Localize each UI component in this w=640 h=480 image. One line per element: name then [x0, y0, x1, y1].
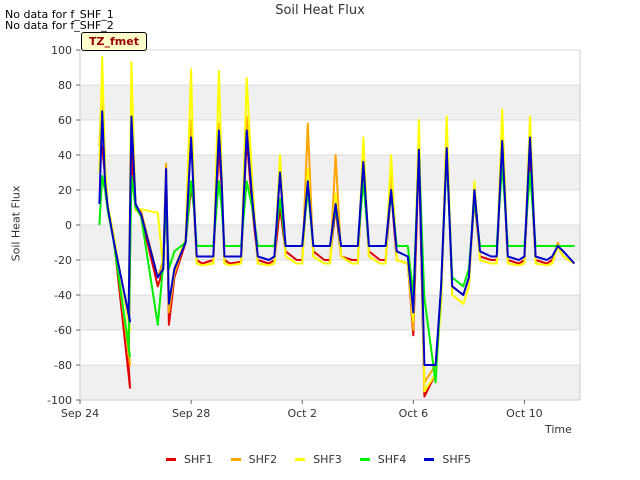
y-tick-label: 100	[51, 44, 72, 57]
legend-swatch-shf1	[166, 458, 176, 461]
x-tick-label: Oct 2	[287, 407, 317, 420]
legend-swatch-shf3	[295, 458, 306, 461]
y-tick-label: 0	[65, 219, 72, 232]
legend-swatch-shf5	[424, 458, 435, 461]
y-tick-label: -60	[54, 324, 72, 337]
chart-title: Soil Heat Flux	[275, 3, 365, 18]
y-tick-label: 80	[58, 79, 72, 92]
legend-item-shf3: SHF3	[295, 453, 342, 466]
legend-label-shf4: SHF4	[377, 453, 407, 466]
legend-swatch-shf4	[359, 458, 370, 461]
legend-item-shf2: SHF2	[230, 453, 278, 466]
y-axis-label: Soil Heat Flux	[9, 185, 23, 262]
y-tick-label: -80	[54, 359, 72, 372]
y-tick-label: -100	[47, 394, 72, 407]
y-tick-label: -20	[54, 254, 72, 267]
legend-label-shf5: SHF5	[442, 453, 471, 466]
y-tick-label: 20	[58, 184, 72, 197]
y-tick-label: -40	[54, 289, 72, 302]
x-tick-label: Oct 6	[399, 407, 429, 420]
legend-item-shf4: SHF4	[359, 453, 407, 466]
plot-band	[80, 85, 580, 120]
chart-canvas: -100 -80 -60 -40 -20 0 20 40 60 80 100 Sep 24 Sep 28…	[47, 44, 581, 420]
x-axis-label: Time	[545, 423, 572, 436]
y-tick-label: 40	[58, 149, 72, 162]
legend-label-shf3: SHF3	[313, 453, 342, 466]
legend-swatch-shf2	[230, 458, 241, 461]
no-data-note-2: No data for f_SHF_2	[5, 19, 114, 32]
site-badge: TZ_fmet	[81, 32, 147, 51]
y-tick-label: 60	[58, 114, 72, 127]
legend-label-shf1: SHF1	[184, 453, 213, 466]
plot-band	[80, 365, 580, 400]
legend-label-shf2: SHF2	[248, 453, 278, 466]
legend-item-shf5: SHF5	[424, 453, 471, 466]
legend-item-shf1: SHF1	[166, 453, 213, 466]
x-tick-label: Oct 10	[506, 407, 543, 420]
x-tick-label: Sep 24	[61, 407, 99, 420]
legend: SHF1 SHF2 SHF3 SHF4 SHF5	[166, 453, 471, 466]
x-tick-label: Sep 28	[172, 407, 210, 420]
